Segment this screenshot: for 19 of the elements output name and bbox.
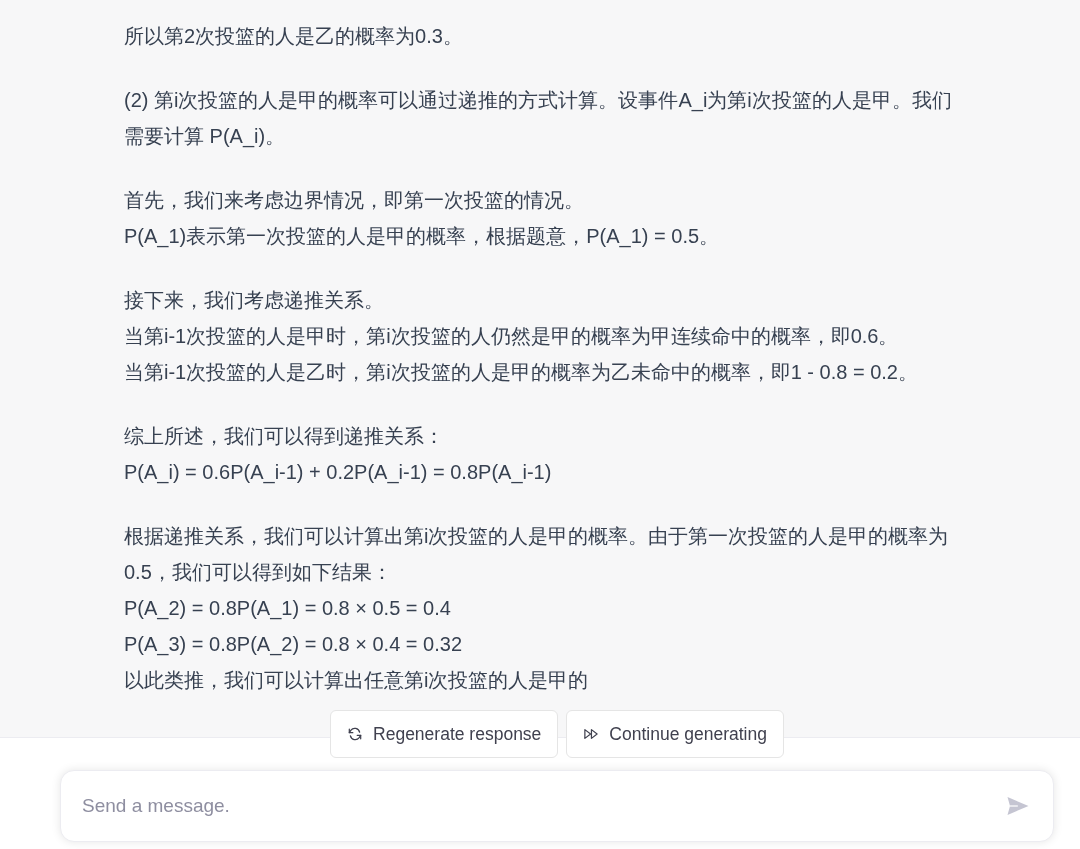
message-text: P(A_1)表示第一次投篮的人是甲的概率，根据题意，P(A_1) = 0.5。	[124, 224, 721, 250]
message-text: P(A_2) = 0.8P(A_1) = 0.8 × 0.5 = 0.4	[124, 596, 452, 622]
message-input-field[interactable]: Send a message.	[60, 770, 1054, 842]
fast-forward-icon	[584, 727, 599, 741]
message-text: (2) 第i次投篮的人是甲的概率可以通过递推的方式计算。设事件A_i为第i次投篮的人是甲。我们需要计算 P(A_i)。	[124, 88, 953, 150]
message-text: 接下来，我们考虑递推关系。	[124, 288, 385, 313]
regenerate-button[interactable]: Regenerate response	[330, 710, 559, 758]
message-text: 综上所述，我们可以得到递推关系：	[124, 424, 445, 449]
message-text: 所以第2次投篮的人是乙的概率为0.3。	[124, 24, 464, 49]
refresh-icon	[348, 727, 363, 741]
send-icon	[1007, 796, 1029, 816]
message-text: 当第i-1次投篮的人是甲时，第i次投篮的人仍然是甲的概率为甲连续命中的概率，即0.6。	[124, 324, 900, 349]
message-text: 根据递推关系，我们可以计算出第i次投篮的人是甲的概率。由于第一次投篮的人是甲的概率为0.5，我们可以得到如下结果：	[124, 524, 950, 585]
continue-button[interactable]: Continue generating	[566, 710, 784, 758]
message-text: 以此类推，我们可以计算出任意第i次投篮的人是甲的	[124, 668, 590, 693]
message-text: 当第i-1次投篮的人是乙时，第i次投篮的人是甲的概率为乙未命中的概率，即1 - 0.8 = 0.2。	[124, 360, 919, 385]
message-text: P(A_i) = 0.6P(A_i-1) + 0.2P(A_i-1) = 0.8P(A_i-1)	[124, 460, 553, 486]
message-text: P(A_3) = 0.8P(A_2) = 0.8 × 0.4 = 0.32	[124, 632, 463, 658]
message-text: 首先，我们来考虑边界情况，即第一次投篮的情况。	[124, 188, 585, 213]
